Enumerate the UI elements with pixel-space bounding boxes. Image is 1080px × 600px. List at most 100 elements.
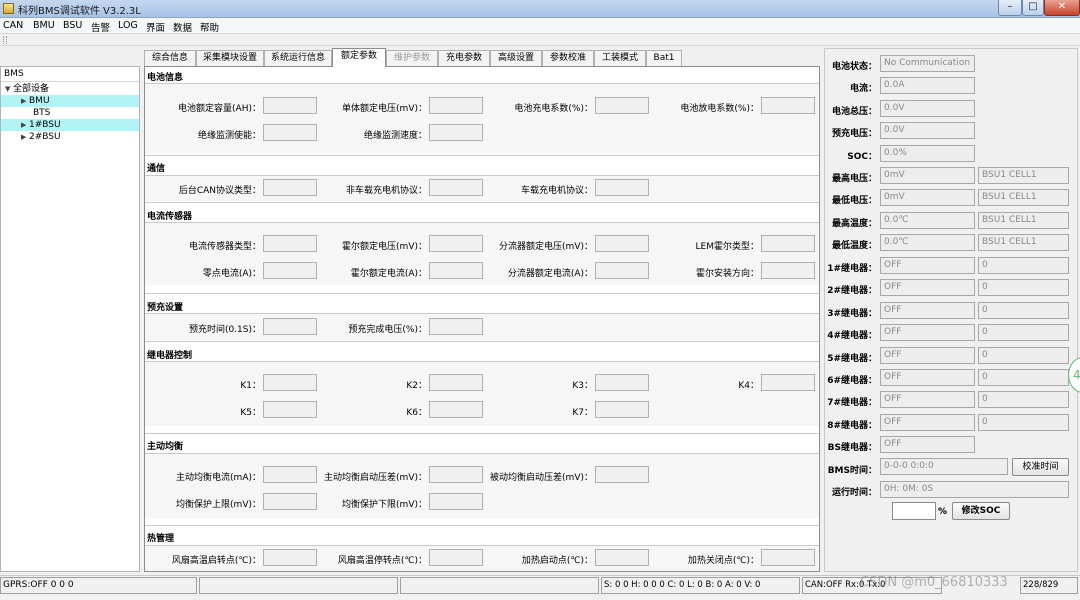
input-balance-lower[interactable] (429, 493, 483, 510)
tree-item-bsu1[interactable]: ▶ 1#BSU (1, 119, 139, 131)
input-heat-stop[interactable] (761, 549, 815, 566)
minimize-button[interactable]: – (998, 0, 1022, 16)
value-max-voltage: 0mV (880, 167, 975, 184)
input-k1[interactable] (263, 374, 317, 391)
value-min-temp-cell: BSU1 CELL1 (978, 234, 1069, 251)
input-shunt-rated-current[interactable] (595, 262, 649, 279)
label-insulation-enable: 绝缘监测使能： (197, 131, 261, 141)
tree-item-bts[interactable]: BTS (1, 107, 139, 119)
expand-arrow-icon[interactable]: ▶ (21, 119, 29, 131)
input-lem-hall-type[interactable] (761, 235, 815, 252)
input-insulation-enable[interactable] (263, 124, 317, 141)
tab-rated-params[interactable]: 额定参数 (332, 48, 386, 67)
label-heat-start: 加热启动点(℃)： (521, 556, 593, 566)
input-fan-start[interactable] (263, 549, 317, 566)
label-relay-4: 4#继电器： (827, 331, 877, 341)
tab-bat1[interactable]: Bat1 (646, 50, 682, 66)
label-k6: K6： (406, 408, 427, 418)
status-gprs: GPRS:OFF 0 0 0 (0, 577, 197, 594)
input-rated-capacity[interactable] (263, 97, 317, 114)
menu-data[interactable]: 数据 (173, 20, 192, 34)
label-relay-7: 7#继电器： (827, 398, 877, 408)
csdn-watermark: CSDN @m0_66810333 (860, 575, 1008, 590)
input-backend-can[interactable] (263, 179, 317, 196)
input-precharge-done-voltage[interactable] (429, 318, 483, 335)
expand-arrow-icon[interactable]: ▶ (21, 95, 29, 107)
input-cell-rated-voltage[interactable] (429, 97, 483, 114)
input-onboard-charger[interactable] (595, 179, 649, 196)
input-sensor-type[interactable] (263, 235, 317, 252)
input-fan-stop[interactable] (429, 549, 483, 566)
input-k4[interactable] (761, 374, 815, 391)
window-title: 科列BMS调试软件 V3.2.3L (18, 6, 141, 17)
input-k7[interactable] (595, 401, 649, 418)
input-k3[interactable] (595, 374, 649, 391)
tab-overview[interactable]: 综合信息 (144, 50, 196, 66)
menu-help[interactable]: 帮助 (200, 20, 219, 34)
tab-system-info[interactable]: 系统运行信息 (264, 50, 332, 66)
soc-input[interactable] (892, 502, 936, 520)
menu-bmu[interactable]: BMU (33, 20, 55, 31)
input-shunt-rated-voltage[interactable] (595, 235, 649, 252)
tab-advanced[interactable]: 高级设置 (490, 50, 542, 66)
menu-alarm[interactable]: 告警 (91, 20, 110, 34)
maximize-button[interactable]: □ (1022, 0, 1044, 16)
label-battery-state: 电池状态： (831, 62, 877, 72)
input-insulation-speed[interactable] (429, 124, 483, 141)
section-current-sensor: 电流传感器 (147, 212, 193, 222)
input-k5[interactable] (263, 401, 317, 418)
tree-item-bmu[interactable]: ▶ BMU (1, 95, 139, 107)
tab-acquisition-settings[interactable]: 采集模块设置 (196, 50, 264, 66)
section-battery-info: 电池信息 (147, 73, 184, 83)
tab-maintenance[interactable]: 维护参数 (386, 50, 438, 66)
input-hall-rated-current[interactable] (429, 262, 483, 279)
calibrate-time-button[interactable]: 校准时间 (1012, 458, 1069, 476)
menu-can[interactable]: CAN (3, 20, 23, 31)
input-precharge-time[interactable] (263, 318, 317, 335)
menu-log[interactable]: LOG (118, 20, 138, 31)
value-precharge-voltage: 0.0V (880, 122, 975, 139)
label-min-temp: 最低温度： (831, 241, 877, 251)
status-panel: 电池状态： No Communication 电流： 0.0A 电池总压： 0.… (824, 48, 1078, 572)
label-precharge-voltage: 预充电压： (831, 129, 877, 139)
input-balance-start-diff[interactable] (429, 466, 483, 483)
input-balance-upper[interactable] (263, 493, 317, 510)
value-min-voltage: 0mV (880, 189, 975, 206)
value-relay-7-state: OFF (880, 391, 975, 408)
label-fan-stop: 风扇高温停转点(℃)： (337, 556, 427, 566)
tab-calibration[interactable]: 参数校准 (542, 50, 594, 66)
close-button[interactable]: ✕ (1044, 0, 1080, 16)
menu-bsu[interactable]: BSU (63, 20, 82, 31)
label-discharge-coef: 电池放电系数(%)： (680, 104, 759, 114)
expand-arrow-icon[interactable]: ▼ (5, 83, 13, 95)
input-hall-rated-voltage[interactable] (429, 235, 483, 252)
input-hall-direction[interactable] (761, 262, 815, 279)
input-discharge-coef[interactable] (761, 97, 815, 114)
label-relay-2: 2#继电器： (827, 286, 877, 296)
input-zero-current[interactable] (263, 262, 317, 279)
menu-interface[interactable]: 界面 (146, 20, 165, 34)
input-k2[interactable] (429, 374, 483, 391)
value-bs-relay-state: OFF (880, 436, 975, 453)
tab-charge-params[interactable]: 充电参数 (438, 50, 490, 66)
input-heat-start[interactable] (595, 549, 649, 566)
modify-soc-button[interactable]: 修改SOC (952, 502, 1010, 520)
input-offboard-charger[interactable] (429, 179, 483, 196)
expand-arrow-icon[interactable]: ▶ (21, 131, 29, 143)
input-charge-coef[interactable] (595, 97, 649, 114)
value-current: 0.0A (880, 77, 975, 94)
value-relay-3-state: OFF (880, 302, 975, 319)
label-zero-current: 零点电流(A)： (202, 269, 261, 279)
section-active-balance: 主动均衡 (147, 442, 184, 452)
value-max-temp-cell: BSU1 CELL1 (978, 212, 1069, 229)
value-min-temp: 0.0℃ (880, 234, 975, 251)
input-balance-current[interactable] (263, 466, 317, 483)
label-balance-current: 主动均衡电流(mA)： (176, 473, 261, 483)
toolbar-grip[interactable] (3, 36, 7, 44)
label-hall-rated-current: 霍尔额定电流(A)： (350, 269, 427, 279)
tree-item-all-devices[interactable]: ▼ 全部设备 (1, 83, 139, 95)
input-k6[interactable] (429, 401, 483, 418)
input-passive-start-diff[interactable] (595, 466, 649, 483)
tab-tooling-mode[interactable]: 工装模式 (594, 50, 646, 66)
tree-item-bsu2[interactable]: ▶ 2#BSU (1, 131, 139, 143)
